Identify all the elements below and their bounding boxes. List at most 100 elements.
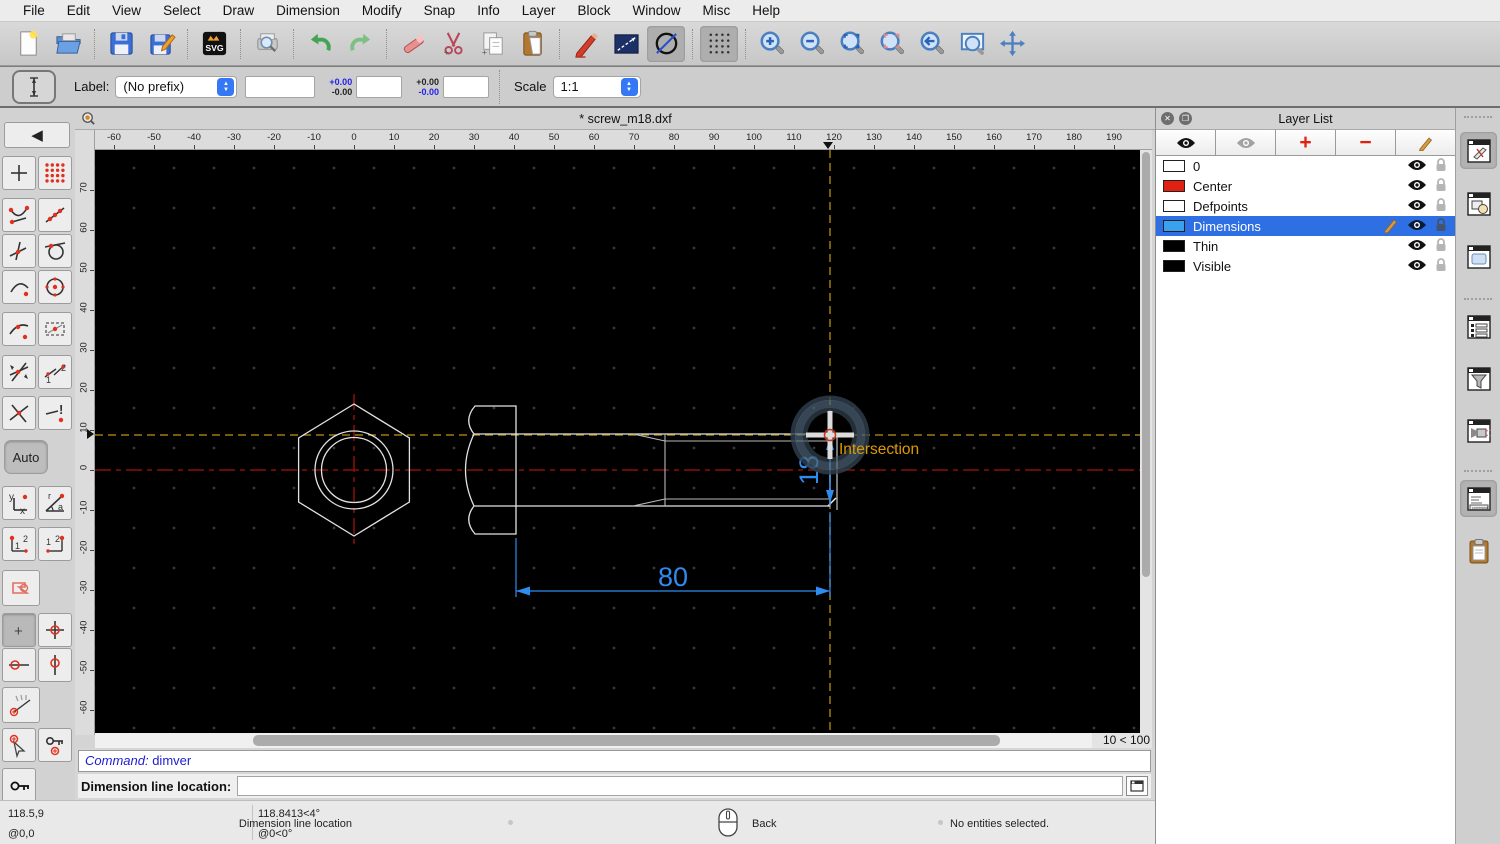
select-reference-button[interactable] — [2, 728, 36, 762]
cut-button[interactable]: + — [434, 26, 472, 62]
menu-view[interactable]: View — [101, 0, 152, 22]
layer-visibility-eye-icon[interactable] — [1407, 238, 1427, 255]
label-text-input[interactable] — [245, 75, 316, 98]
export-svg-button[interactable]: SVG — [195, 26, 233, 62]
snap-middle-button[interactable] — [2, 312, 36, 346]
snap-free-button[interactable] — [2, 156, 36, 190]
layer-row-defpoints[interactable]: Defpoints — [1156, 196, 1455, 216]
snap-reference-button[interactable] — [2, 270, 36, 304]
menu-modify[interactable]: Modify — [351, 0, 413, 22]
new-file-button[interactable] — [9, 26, 47, 62]
layer-row-visible[interactable]: Visible — [1156, 256, 1455, 276]
restrict-vertical-button[interactable] — [38, 648, 72, 682]
layer-lock-icon[interactable] — [1435, 197, 1447, 215]
snap-distance-button[interactable] — [38, 312, 72, 346]
snap-center-button[interactable] — [38, 270, 72, 304]
label-prefix-select[interactable]: (No prefix) ▲ ▼ — [115, 75, 238, 98]
layer-row-0[interactable]: 0 — [1156, 156, 1455, 176]
menu-block[interactable]: Block — [567, 0, 622, 22]
layer-visibility-eye-icon[interactable] — [1407, 158, 1427, 175]
save-button[interactable] — [102, 26, 140, 62]
layer-lock-icon[interactable] — [1435, 157, 1447, 175]
menu-help[interactable]: Help — [741, 0, 791, 22]
edit-layer-button[interactable] — [1396, 130, 1455, 155]
save-as-button[interactable] — [142, 26, 180, 62]
snap-intersection-auto-button[interactable] — [2, 355, 36, 389]
dock-toggle-block-list[interactable] — [1460, 185, 1497, 222]
zoom-out-button[interactable] — [793, 26, 831, 62]
open-file-button[interactable] — [49, 26, 87, 62]
hide-all-layers-eye-button[interactable] — [1216, 130, 1276, 155]
zoom-in-button[interactable] — [753, 26, 791, 62]
drawing-canvas[interactable]: 80 18 Intersection — [95, 150, 1140, 733]
zoom-window-button[interactable] — [953, 26, 991, 62]
restrict-both-button[interactable] — [38, 613, 72, 647]
detach-command-panel-button[interactable] — [1126, 776, 1148, 796]
unlock-relative-zero-button[interactable] — [2, 768, 36, 802]
tolerance-lower-input[interactable] — [442, 75, 489, 98]
lock-relative-zero-button[interactable] — [38, 728, 72, 762]
layer-lock-icon[interactable] — [1435, 217, 1447, 235]
document-titlebar[interactable]: * screw_m18.dxf — [75, 108, 1155, 130]
copy-button[interactable]: + — [474, 26, 512, 62]
close-icon[interactable]: ✕ — [1161, 112, 1174, 125]
zoom-back-button[interactable] — [913, 26, 951, 62]
dock-toggle-library-browser[interactable] — [1460, 238, 1497, 275]
measure-line-button[interactable] — [607, 26, 645, 62]
layer-lock-icon[interactable] — [1435, 177, 1447, 195]
snap-endpoints-button[interactable] — [2, 198, 36, 232]
menu-misc[interactable]: Misc — [692, 0, 742, 22]
coordinate-polar-button[interactable]: ra — [38, 486, 72, 520]
menu-file[interactable]: File — [12, 0, 56, 22]
dock-toggle-projection[interactable] — [1460, 412, 1497, 449]
menu-layer[interactable]: Layer — [511, 0, 567, 22]
relative-coordinates-button[interactable]: 12 — [2, 527, 36, 561]
snap-intersection-button[interactable] — [2, 396, 36, 430]
paste-button[interactable] — [514, 26, 552, 62]
dock-toggle-property-editor[interactable] — [1460, 132, 1497, 169]
dock-toggle-clipboard-panel[interactable] — [1460, 532, 1497, 569]
undo-button[interactable] — [301, 26, 339, 62]
float-panel-icon[interactable]: ❐ — [1179, 112, 1192, 125]
command-history[interactable]: Command: dimver — [78, 750, 1151, 772]
restrict-off-button[interactable]: ! — [38, 396, 72, 430]
layer-visibility-eye-icon[interactable] — [1407, 198, 1427, 215]
layer-visibility-eye-icon[interactable] — [1407, 258, 1427, 275]
layer-row-center[interactable]: Center — [1156, 176, 1455, 196]
snap-intersection-manual-button[interactable]: 12 — [38, 355, 72, 389]
back-button[interactable]: ◀ — [4, 122, 70, 148]
layer-row-thin[interactable]: Thin — [1156, 236, 1455, 256]
tolerance-upper-input[interactable] — [356, 75, 403, 98]
restrict-horizontal-button[interactable] — [2, 648, 36, 682]
grid-toggle-button[interactable] — [700, 25, 738, 62]
snap-on-entity-button[interactable] — [38, 198, 72, 232]
menu-edit[interactable]: Edit — [56, 0, 101, 22]
show-all-layers-eye-button[interactable] — [1156, 130, 1216, 155]
absolute-coordinates-button[interactable]: 12 — [38, 527, 72, 561]
layer-panel-titlebar[interactable]: ✕ ❐ Layer List — [1156, 108, 1455, 130]
menu-snap[interactable]: Snap — [413, 0, 467, 22]
command-input[interactable] — [237, 776, 1123, 796]
dock-toggle-selection-filter[interactable] — [1460, 360, 1497, 397]
menu-window[interactable]: Window — [622, 0, 692, 22]
menu-draw[interactable]: Draw — [212, 0, 266, 22]
layer-visibility-eye-icon[interactable] — [1407, 178, 1427, 195]
zoom-previous-button[interactable] — [873, 26, 911, 62]
scale-select[interactable]: 1:1 ▲ ▼ — [552, 75, 641, 98]
add-layer-button[interactable]: + — [1276, 130, 1336, 155]
snap-grid-button[interactable] — [38, 156, 72, 190]
vertical-scrollbar-thumb[interactable] — [1142, 152, 1150, 577]
remove-layer-button[interactable]: − — [1336, 130, 1396, 155]
dock-toggle-command-line[interactable]: command — [1460, 480, 1497, 517]
zoom-auto-button[interactable] — [833, 26, 871, 62]
edit-pencil-icon[interactable] — [1383, 217, 1399, 236]
redo-button[interactable] — [341, 26, 379, 62]
menu-info[interactable]: Info — [466, 0, 511, 22]
snap-perpendicular-button[interactable] — [2, 234, 36, 268]
print-preview-button[interactable] — [248, 26, 286, 62]
horizontal-scrollbar[interactable] — [95, 733, 1092, 748]
snap-tangential-button[interactable] — [38, 234, 72, 268]
menu-dimension[interactable]: Dimension — [265, 0, 351, 22]
menu-select[interactable]: Select — [152, 0, 212, 22]
layer-lock-icon[interactable] — [1435, 237, 1447, 255]
